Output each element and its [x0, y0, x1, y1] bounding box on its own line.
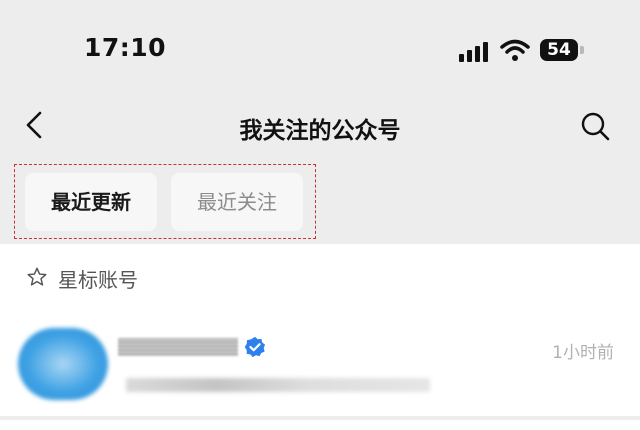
- divider: [0, 416, 640, 420]
- battery-indicator: 54: [540, 39, 578, 61]
- section-label: 星标账号: [58, 268, 138, 292]
- sort-tabs: 最近更新 最近关注: [14, 164, 316, 239]
- tab-recent-follows[interactable]: 最近关注: [171, 173, 303, 231]
- article-title-redacted: [126, 378, 430, 392]
- star-outline-icon: [27, 267, 47, 286]
- update-time: 1小时前: [552, 343, 614, 363]
- search-icon[interactable]: [580, 111, 610, 141]
- status-bar: 17:10 54: [0, 0, 640, 100]
- status-time: 17:10: [84, 33, 167, 62]
- account-list-item[interactable]: 1小时前: [0, 320, 640, 420]
- tab-recent-updates[interactable]: 最近更新: [25, 173, 157, 231]
- verified-badge-icon: [244, 336, 266, 358]
- page-title: 我关注的公众号: [239, 118, 401, 144]
- wifi-icon: [500, 39, 530, 61]
- avatar: [18, 328, 108, 400]
- cellular-signal-icon: [459, 42, 488, 62]
- content-area: 星标账号 1小时前: [0, 244, 640, 430]
- battery-cap: [580, 46, 584, 54]
- account-name-redacted: [118, 338, 238, 356]
- navigation-bar: 我关注的公众号: [0, 100, 640, 152]
